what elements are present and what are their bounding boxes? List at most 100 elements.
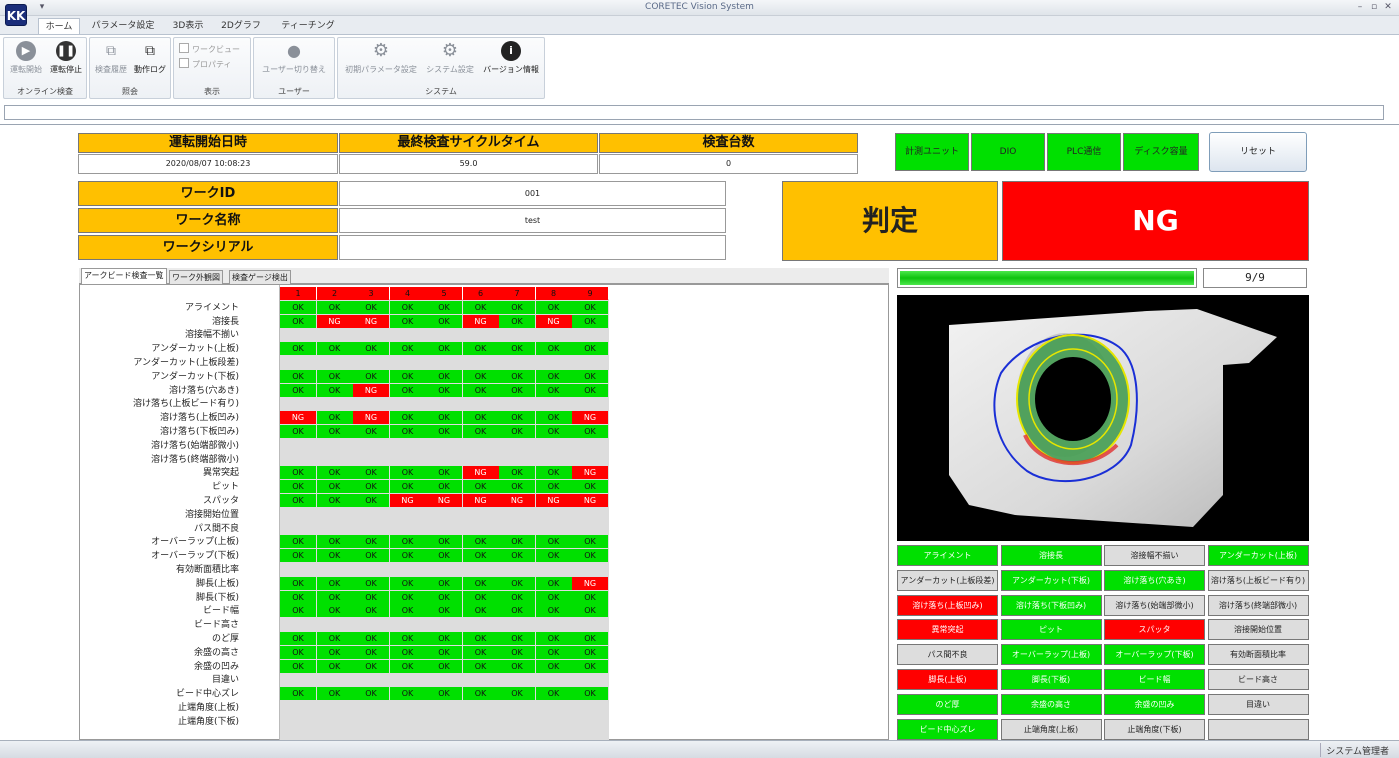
grid-cell[interactable]: OK xyxy=(353,687,389,701)
grid-cell[interactable]: OK xyxy=(499,411,535,425)
grid-cell[interactable]: OK xyxy=(535,342,572,356)
result-button[interactable]: ビード高さ xyxy=(1207,669,1309,690)
grid-cell[interactable]: OK xyxy=(535,480,572,494)
tab-work-appearance[interactable]: ワーク外観図 xyxy=(169,270,223,284)
grid-cell[interactable]: OK xyxy=(353,604,389,618)
grid-cell[interactable]: OK xyxy=(572,480,608,494)
grid-cell[interactable]: OK xyxy=(426,687,462,701)
grid-cell[interactable]: OK xyxy=(389,411,426,425)
grid-cell[interactable]: OK xyxy=(535,659,572,673)
property-checkbox[interactable]: プロパティ xyxy=(179,58,232,70)
operation-log-button[interactable]: ⧉ 動作ログ xyxy=(131,41,169,75)
grid-cell[interactable]: NG xyxy=(462,466,499,480)
grid-cell[interactable]: OK xyxy=(462,300,499,314)
result-button[interactable]: アンダーカット(上板) xyxy=(1207,545,1309,566)
grid-cell[interactable]: OK xyxy=(499,480,535,494)
result-button[interactable]: 溶け落ち(上板ビード有り) xyxy=(1207,569,1309,591)
grid-cell[interactable]: OK xyxy=(280,645,316,659)
grid-cell[interactable]: OK xyxy=(353,480,389,494)
grid-cell[interactable]: OK xyxy=(462,535,499,549)
grid-cell[interactable]: OK xyxy=(462,480,499,494)
grid-cell[interactable]: OK xyxy=(572,549,608,563)
grid-cell[interactable]: OK xyxy=(499,535,535,549)
grid-cell[interactable]: OK xyxy=(280,659,316,673)
grid-cell[interactable]: OK xyxy=(389,300,426,314)
result-button[interactable]: アンダーカット(下板) xyxy=(1000,569,1102,591)
grid-cell[interactable]: OK xyxy=(535,535,572,549)
grid-cell[interactable]: OK xyxy=(535,383,572,397)
stop-operation-button[interactable]: ❚❚ 運転停止 xyxy=(46,41,86,75)
result-button[interactable] xyxy=(1207,718,1309,740)
tab-parameter-settings[interactable]: パラメータ設定 xyxy=(84,18,162,35)
grid-cell[interactable]: OK xyxy=(499,425,535,438)
result-button[interactable]: オーバーラップ(上板) xyxy=(1000,644,1102,666)
grid-cell[interactable]: OK xyxy=(462,411,499,425)
grid-cell[interactable]: OK xyxy=(572,535,608,549)
grid-cell[interactable]: OK xyxy=(426,590,462,604)
grid-cell[interactable]: OK xyxy=(426,342,462,356)
tab-2d-graph[interactable]: 2Dグラフ xyxy=(214,18,268,35)
result-button[interactable]: 目違い xyxy=(1207,693,1309,715)
grid-cell[interactable]: OK xyxy=(353,425,389,438)
grid-cell[interactable]: OK xyxy=(572,590,608,604)
grid-cell[interactable]: OK xyxy=(535,604,572,618)
grid-cell[interactable]: OK xyxy=(535,549,572,563)
grid-cell[interactable]: OK xyxy=(426,411,462,425)
grid-cell[interactable]: OK xyxy=(316,480,353,494)
grid-cell[interactable]: OK xyxy=(316,411,353,425)
result-button[interactable]: スパッタ xyxy=(1104,619,1205,641)
grid-cell[interactable]: OK xyxy=(572,342,608,356)
result-button[interactable]: アンダーカット(上板段差) xyxy=(897,569,998,591)
grid-cell[interactable]: OK xyxy=(462,549,499,563)
result-button[interactable]: ビード中心ズレ xyxy=(897,718,998,740)
grid-cell[interactable]: OK xyxy=(572,632,608,645)
grid-cell[interactable]: OK xyxy=(426,632,462,645)
grid-cell[interactable]: NG xyxy=(353,411,389,425)
grid-cell[interactable]: OK xyxy=(353,632,389,645)
grid-cell[interactable]: OK xyxy=(426,314,462,328)
grid-cell[interactable]: OK xyxy=(389,687,426,701)
grid-cell[interactable]: OK xyxy=(280,342,316,356)
result-button[interactable]: 止端角度(上板) xyxy=(1000,718,1102,740)
grid-cell[interactable]: NG xyxy=(353,383,389,397)
grid-cell[interactable]: OK xyxy=(316,494,353,507)
grid-cell[interactable]: NG xyxy=(535,314,572,328)
grid-cell[interactable]: OK xyxy=(499,590,535,604)
restore-icon[interactable]: ▫ xyxy=(1368,1,1380,14)
grid-cell[interactable]: OK xyxy=(389,342,426,356)
grid-cell[interactable]: OK xyxy=(426,369,462,383)
grid-cell[interactable]: OK xyxy=(462,576,499,590)
tab-gauge-detect[interactable]: 検査ゲージ検出 xyxy=(229,270,291,284)
grid-cell[interactable]: OK xyxy=(280,314,316,328)
grid-cell[interactable]: OK xyxy=(535,576,572,590)
tab-arc-bead-list[interactable]: アークビード検査一覧 xyxy=(81,268,167,284)
grid-cell[interactable]: OK xyxy=(316,549,353,563)
grid-cell[interactable]: OK xyxy=(462,369,499,383)
grid-cell[interactable]: OK xyxy=(572,687,608,701)
grid-cell[interactable]: OK xyxy=(389,659,426,673)
result-button[interactable]: 脚長(下板) xyxy=(1000,669,1102,690)
workpiece-3d-image[interactable] xyxy=(897,295,1309,541)
result-button[interactable]: 溶接長 xyxy=(1000,545,1102,566)
grid-cell[interactable]: NG xyxy=(426,494,462,507)
grid-cell[interactable]: OK xyxy=(499,549,535,563)
grid-cell[interactable]: OK xyxy=(499,659,535,673)
grid-cell[interactable]: OK xyxy=(535,300,572,314)
grid-cell[interactable]: OK xyxy=(280,425,316,438)
initial-parameter-button[interactable]: ⚙ 初期パラメータ設定 xyxy=(340,41,422,75)
grid-cell[interactable]: OK xyxy=(535,411,572,425)
result-button[interactable]: ビード幅 xyxy=(1104,669,1205,690)
grid-cell[interactable]: OK xyxy=(499,342,535,356)
grid-cell[interactable]: OK xyxy=(316,687,353,701)
app-logo-icon[interactable]: KK xyxy=(5,4,27,26)
grid-cell[interactable]: OK xyxy=(316,659,353,673)
grid-cell[interactable]: OK xyxy=(389,369,426,383)
grid-cell[interactable]: OK xyxy=(535,590,572,604)
grid-cell[interactable]: OK xyxy=(316,342,353,356)
switch-user-button[interactable]: ● ユーザー切り替え xyxy=(257,41,331,75)
grid-cell[interactable]: OK xyxy=(462,383,499,397)
grid-cell[interactable]: OK xyxy=(426,466,462,480)
grid-cell[interactable]: OK xyxy=(499,604,535,618)
grid-cell[interactable]: OK xyxy=(499,466,535,480)
close-icon[interactable]: ✕ xyxy=(1382,1,1394,14)
